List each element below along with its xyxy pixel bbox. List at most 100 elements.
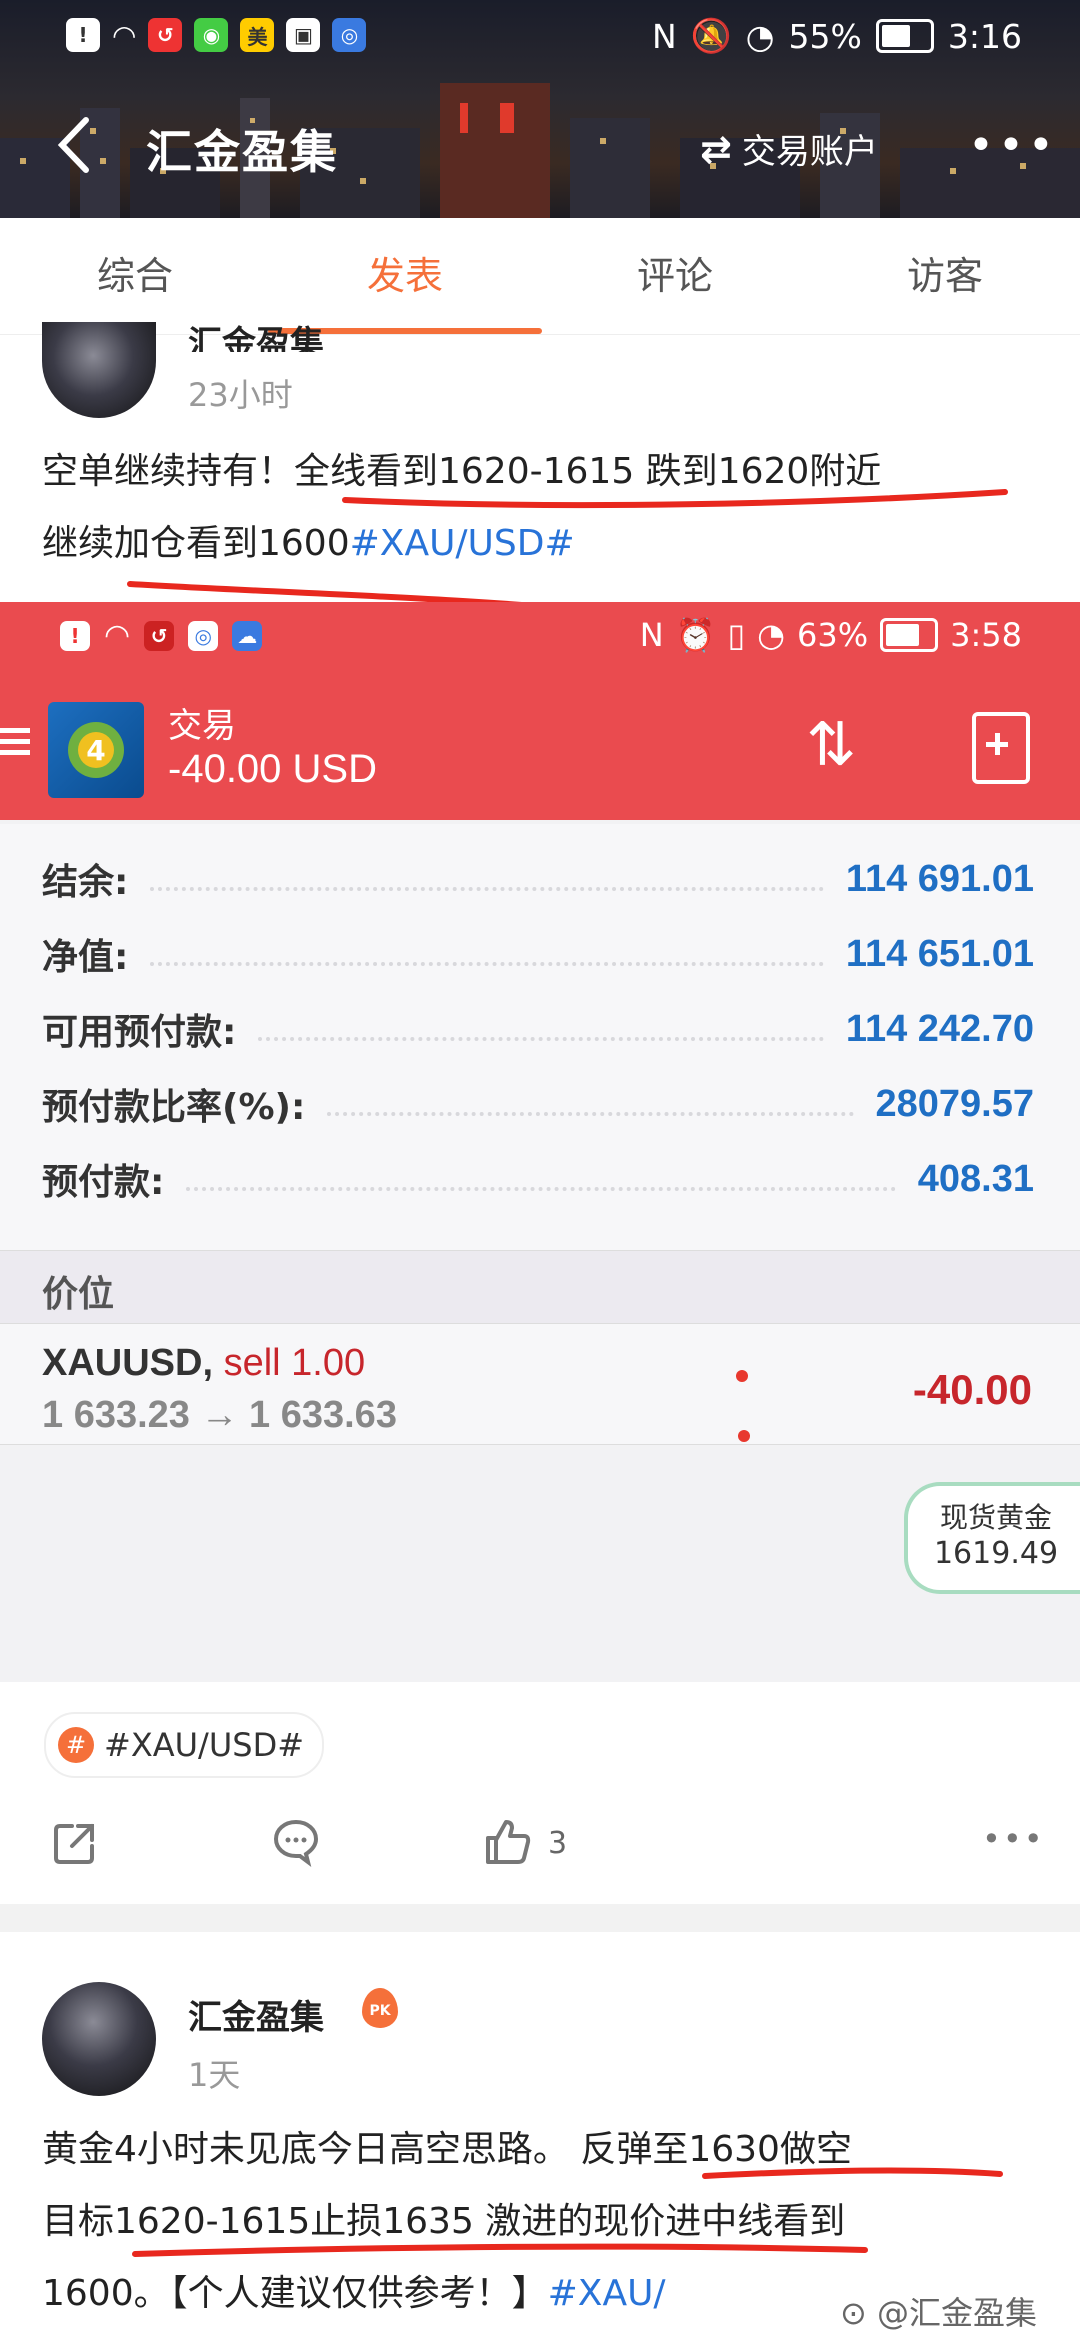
post-text-line2: 目标1620-1615止损1635 激进的现价进中线看到 bbox=[42, 2201, 846, 2242]
alarm-icon: ⏰ bbox=[675, 616, 716, 654]
row-label: 净值: bbox=[42, 937, 129, 978]
embedded-status-left: ! ◠ ↺ ◎ ☁ bbox=[60, 618, 263, 653]
battery-icon bbox=[880, 618, 939, 652]
topic-link[interactable]: #XAU/USD# bbox=[350, 523, 575, 564]
price-section-header: 价位 bbox=[0, 1250, 1080, 1324]
floating-pl-amount: -40.00 USD bbox=[168, 747, 377, 791]
margin-row: 预付款: 408.31 bbox=[42, 1142, 1034, 1216]
author-avatar[interactable] bbox=[42, 1982, 156, 2096]
row-label: 结余: bbox=[42, 862, 129, 903]
row-value: 114 242.70 bbox=[845, 1007, 1034, 1050]
topic-link[interactable]: #XAU/ bbox=[548, 2273, 666, 2314]
red-dot-marker bbox=[736, 1370, 748, 1382]
app-notification-icon: ↺ bbox=[148, 18, 183, 52]
switch-account-label: 交易账户 bbox=[741, 132, 878, 172]
embedded-trading-screenshot[interactable]: ! ◠ ↺ ◎ ☁ N ⏰ ▯ ◔ 63% 3:58 4 交易 -40.00 U… bbox=[0, 602, 1080, 1682]
tab-bar: 综合 发表 评论 访客 bbox=[0, 218, 1080, 335]
sort-icon[interactable]: ⇅ bbox=[806, 710, 856, 780]
speed-icon: ◔ bbox=[745, 16, 775, 56]
spot-gold-badge[interactable]: 现货黄金 1619.49 bbox=[904, 1482, 1080, 1594]
wifi-icon: ◠ bbox=[112, 18, 137, 52]
topic-chip-label: #XAU/USD# bbox=[104, 1726, 305, 1764]
tab-label: 评论 bbox=[636, 254, 713, 298]
margin-level-row: 预付款比率(%): 28079.57 bbox=[42, 1067, 1034, 1141]
nfc-icon: N bbox=[651, 16, 677, 56]
post-divider bbox=[0, 1904, 1080, 1932]
watermark: ⊙ @汇金盈集 bbox=[840, 2288, 1037, 2334]
row-value: 28079.57 bbox=[875, 1082, 1035, 1125]
weather-icon: ☁ bbox=[232, 620, 263, 651]
battery-percent: 55% bbox=[788, 16, 862, 56]
row-value: 114 691.01 bbox=[845, 857, 1034, 900]
share-icon[interactable] bbox=[50, 1818, 100, 1868]
like-icon[interactable] bbox=[482, 1816, 534, 1868]
tab-label: 发表 bbox=[366, 254, 443, 298]
row-label: 预付款比率(%): bbox=[42, 1087, 306, 1128]
row-value: 114 651.01 bbox=[845, 932, 1034, 975]
battery-icon bbox=[875, 19, 934, 53]
browser-icon: ◎ bbox=[188, 620, 219, 651]
post-text-line2: 继续加仓看到1600#XAU/USD# bbox=[42, 508, 575, 580]
new-order-icon[interactable] bbox=[972, 712, 1030, 784]
equity-row: 净值: 114 651.01 bbox=[42, 917, 1034, 991]
position-side: sell 1.00 bbox=[223, 1342, 366, 1384]
metatrader-logo: 4 bbox=[48, 702, 144, 798]
comment-icon[interactable] bbox=[270, 1816, 322, 1868]
tab-label: 综合 bbox=[96, 254, 173, 298]
tab-label: 访客 bbox=[906, 254, 983, 298]
page-title: 汇金盈集 bbox=[146, 125, 338, 179]
vibrate-icon: ▯ bbox=[727, 616, 746, 654]
post-text-line1: 黄金4小时未见底今日高空思路。 反弹至1630做空 bbox=[42, 2129, 852, 2170]
author-name[interactable]: 汇金盈集 bbox=[188, 1990, 324, 2039]
speed-icon: ◔ bbox=[757, 616, 786, 654]
badge-value: 1619.49 bbox=[933, 1536, 1059, 1571]
balance-row: 结余: 114 691.01 bbox=[42, 842, 1034, 916]
post-text-line1: 空单继续持有！全线看到1620-1615 跌到1620附近 bbox=[42, 451, 882, 492]
author-name[interactable]: 汇金盈集 bbox=[188, 316, 324, 352]
tab-visitors[interactable]: 访客 bbox=[810, 218, 1080, 334]
tab-comments[interactable]: 评论 bbox=[540, 218, 810, 334]
hashtag-icon: # bbox=[58, 1727, 94, 1763]
wechat-icon: ◉ bbox=[194, 18, 229, 52]
post-time: 1天 bbox=[188, 2056, 241, 2094]
nfc-icon: N bbox=[639, 616, 664, 654]
nav-bar: 汇金盈集 ⇄ 交易账户 ••• bbox=[0, 90, 1080, 210]
post-text-line3: 1600。【个人建议仅供参考！】#XAU/ bbox=[42, 2258, 666, 2330]
trade-tab-label: 交易 bbox=[168, 706, 236, 746]
row-value: 408.31 bbox=[917, 1157, 1034, 1200]
browser-icon: ◎ bbox=[332, 18, 367, 52]
post-more-icon[interactable]: ••• bbox=[982, 1820, 1045, 1858]
author-avatar[interactable] bbox=[42, 322, 156, 418]
swap-icon: ⇄ bbox=[700, 126, 732, 171]
clock: 3:58 bbox=[950, 616, 1022, 654]
back-arrow-icon[interactable] bbox=[48, 110, 108, 180]
switch-account-button[interactable]: ⇄ 交易账户 bbox=[700, 124, 878, 173]
red-dot-marker bbox=[738, 1430, 750, 1442]
row-label: 可用预付款: bbox=[42, 1012, 237, 1053]
watermark-text: @汇金盈集 bbox=[876, 2294, 1037, 2332]
hamburger-menu-icon[interactable] bbox=[0, 722, 30, 761]
open-position-row[interactable]: XAUUSD, sell 1.00 1 633.23 → 1 633.63 -4… bbox=[0, 1324, 1080, 1445]
wifi-icon: ◠ bbox=[104, 618, 131, 653]
account-summary: 结余: 114 691.01 净值: 114 651.01 可用预付款: 114 24… bbox=[0, 824, 1080, 1252]
section-title: 价位 bbox=[42, 1274, 115, 1315]
svg-text:4: 4 bbox=[86, 734, 105, 767]
more-options-icon[interactable]: ••• bbox=[968, 120, 1058, 171]
embedded-status-right: N ⏰ ▯ ◔ 63% 3:58 bbox=[640, 616, 1022, 654]
badge-label: 现货黄金 bbox=[939, 1501, 1052, 1534]
alert-icon: ! bbox=[60, 620, 90, 651]
row-label: 预付款: bbox=[42, 1162, 165, 1203]
topic-chip[interactable]: # #XAU/USD# bbox=[44, 1712, 325, 1778]
symbol-name: XAUUSD, bbox=[42, 1342, 214, 1384]
position-prices: 1 633.23 → 1 633.63 bbox=[42, 1394, 397, 1436]
gallery-icon: ▣ bbox=[286, 18, 321, 52]
like-count: 3 bbox=[548, 1826, 568, 1861]
status-bar: ! ◠ ↺ ◉ 美 ▣ ◎ N 🔕 ◔ 55% 3:16 bbox=[0, 0, 1080, 76]
free-margin-row: 可用预付款: 114 242.70 bbox=[42, 992, 1034, 1066]
clock: 3:16 bbox=[947, 16, 1022, 56]
alert-icon: ! bbox=[66, 18, 100, 52]
position-symbol: XAUUSD, sell 1.00 bbox=[42, 1342, 365, 1385]
post-text: 1600。【个人建议仅供参考！】 bbox=[42, 2273, 548, 2314]
post-text: 继续加仓看到1600 bbox=[42, 523, 350, 564]
app-notification-icon: ↺ bbox=[144, 620, 175, 651]
